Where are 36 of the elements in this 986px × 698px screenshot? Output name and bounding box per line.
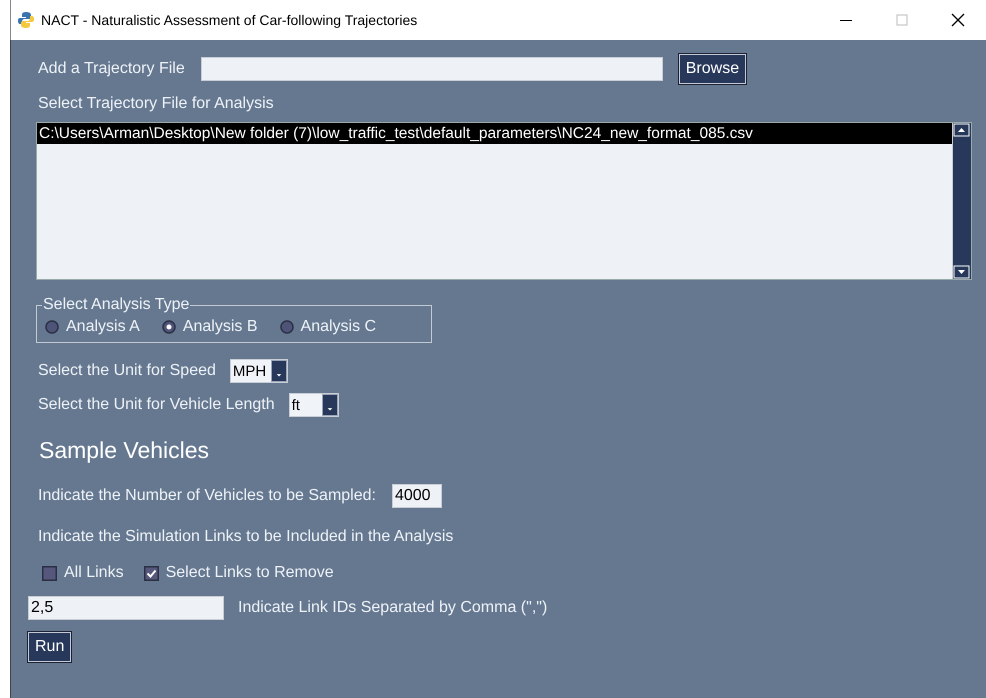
radio-button[interactable]: [162, 320, 176, 334]
link-ids-hint: Indicate Link IDs Separated by Comma (","): [238, 599, 548, 617]
scroll-up-icon[interactable]: [953, 123, 970, 137]
checkbox-label: All Links: [64, 564, 124, 582]
scroll-down-icon[interactable]: [953, 265, 970, 279]
file-list-label: Select Trajectory File for Analysis: [38, 95, 275, 113]
link-ids-field[interactable]: 2,5: [28, 596, 224, 620]
vehicle-count-label: Indicate the Number of Vehicles to be Sampled:: [38, 487, 376, 505]
checkbox[interactable]: [42, 566, 57, 580]
radio-label: Analysis B: [182, 318, 258, 336]
radio-label: Analysis C: [300, 318, 376, 336]
radio-button[interactable]: [45, 320, 59, 334]
radio-label: Analysis A: [66, 318, 140, 336]
window-title: NACT - Naturalistic Assessment of Car-following Trajectories: [41, 12, 418, 28]
file-path-field[interactable]: [200, 57, 663, 81]
unit-dropdown[interactable]: ft: [288, 393, 339, 417]
maximize-icon: [894, 12, 910, 28]
file-label: Add a Trajectory File: [38, 60, 185, 78]
length-unit-label: Select the Unit for Vehicle Length: [38, 396, 275, 414]
dropdown-caret-icon: [322, 394, 338, 416]
run-button[interactable]: Run: [28, 632, 72, 662]
browse-button[interactable]: Browse: [678, 54, 746, 84]
links-label: Indicate the Simulation Links to be Included in the Analysis: [38, 528, 454, 546]
checkbox[interactable]: [144, 566, 159, 580]
file-list-item[interactable]: C:\Users\Arman\Desktop\New folder (7)\low_traffic_test\default_parameters\NC24_new_format_085.csv: [37, 123, 952, 144]
unit-dropdown[interactable]: MPH: [230, 359, 288, 383]
vehicle-count-field[interactable]: 4000: [392, 484, 442, 508]
radio-button[interactable]: [280, 320, 294, 334]
scrollbar[interactable]: [952, 123, 971, 279]
group-title: Select Analysis Type: [42, 296, 190, 314]
app-logo-icon: [17, 11, 35, 29]
dropdown-caret-icon: [270, 360, 287, 382]
section-heading: Sample Vehicles: [39, 437, 210, 464]
checkbox-label: Select Links to Remove: [166, 564, 334, 582]
speed-unit-label: Select the Unit for Speed: [38, 362, 216, 380]
close-icon[interactable]: [950, 12, 966, 28]
